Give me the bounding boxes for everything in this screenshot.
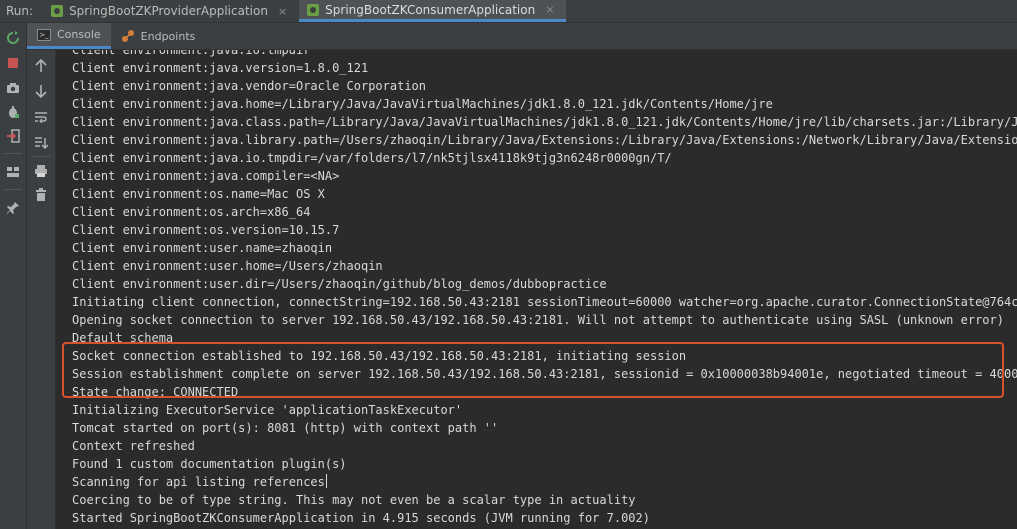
- console-line: State change: CONNECTED: [72, 385, 239, 399]
- tab-console[interactable]: >_ Console: [27, 23, 111, 49]
- console-line: Tomcat started on port(s): 8081 (http) w…: [72, 421, 499, 435]
- run-side-toolbar: [0, 23, 27, 529]
- console-tab-bar: >_ Console Endpoints: [27, 23, 1017, 50]
- console-line: Client environment:java.io.tmpdir=/var/f…: [72, 151, 672, 165]
- run-tab-label: SpringBootZKConsumerApplication: [325, 2, 536, 17]
- camera-icon[interactable]: [4, 79, 22, 97]
- print-icon[interactable]: [32, 162, 50, 180]
- console-line: Opening socket connection to server 192.…: [72, 313, 1004, 327]
- close-icon[interactable]: ×: [545, 3, 554, 16]
- console-line: Found 1 custom documentation plugin(s): [72, 457, 347, 471]
- console-lines: Client environment:java.io.tmpdir Client …: [72, 50, 1017, 527]
- console-line: Client environment:java.home=/Library/Ja…: [72, 97, 773, 111]
- console-line: Initializing ExecutorService 'applicatio…: [72, 403, 463, 417]
- console-line: Client environment:java.version=1.8.0_12…: [72, 61, 369, 75]
- console-line: Client environment:user.home=/Users/zhao…: [72, 259, 383, 273]
- console-line: Socket connection established to 192.168…: [72, 349, 687, 363]
- console-line: Started SpringBootZKConsumerApplication …: [72, 511, 650, 525]
- console-line: Client environment:java.io.tmpdir: [72, 50, 311, 57]
- separator: [4, 153, 22, 154]
- console-toolbar: [27, 50, 56, 529]
- separator: [4, 189, 22, 190]
- console-line: Coercing to be of type string. This may …: [72, 493, 636, 507]
- arrow-down-icon[interactable]: [32, 82, 50, 100]
- endpoints-icon: [121, 30, 134, 42]
- rerun-icon[interactable]: [4, 29, 22, 47]
- console-line: Client environment:java.class.path=/Libr…: [72, 115, 1017, 129]
- console-line: Client environment:os.arch=x86_64: [72, 205, 311, 219]
- tab-endpoints[interactable]: Endpoints: [111, 23, 206, 49]
- debug-bug-icon[interactable]: [4, 103, 22, 121]
- console-line: Client environment:user.dir=/Users/zhaoq…: [72, 277, 607, 291]
- separator: [32, 156, 50, 157]
- console-line: Default schema: [72, 331, 174, 345]
- trash-icon[interactable]: [32, 186, 50, 204]
- console-line: Scanning for api listing references: [72, 474, 327, 489]
- arrow-up-icon[interactable]: [32, 57, 50, 75]
- spring-boot-icon: [51, 5, 64, 17]
- run-tab-provider[interactable]: SpringBootZKProviderApplication ×: [43, 0, 299, 22]
- console-line: Client environment:java.vendor=Oracle Co…: [72, 79, 427, 93]
- tab-label: Console: [57, 28, 101, 41]
- run-tab-consumer[interactable]: SpringBootZKConsumerApplication ×: [299, 0, 567, 22]
- console-line: Initiating client connection, connectStr…: [72, 295, 1017, 309]
- console-line: Client environment:os.version=10.15.7: [72, 223, 340, 237]
- console-icon: >_: [37, 28, 51, 41]
- stop-icon[interactable]: [4, 54, 22, 72]
- console-line: Session establishment complete on server…: [72, 367, 1017, 381]
- run-label: Run:: [6, 4, 34, 18]
- text-caret: [325, 474, 327, 488]
- console-line: Client environment:java.library.path=/Us…: [72, 133, 1017, 147]
- exit-icon[interactable]: [4, 127, 22, 145]
- console-output[interactable]: Client environment:java.io.tmpdir Client …: [56, 50, 1017, 529]
- tab-label: Endpoints: [140, 29, 196, 43]
- scroll-to-end-icon[interactable]: [32, 134, 50, 152]
- console-line: Client environment:java.compiler=<NA>: [72, 169, 340, 183]
- run-toolbar: Run: SpringBootZKProviderApplication × S…: [0, 0, 1017, 23]
- console-line: Client environment:user.name=zhaoqin: [72, 241, 333, 255]
- soft-wrap-icon[interactable]: [32, 108, 50, 126]
- close-icon[interactable]: ×: [278, 5, 287, 18]
- spring-boot-icon: [307, 3, 320, 16]
- console-line: Client environment:os.name=Mac OS X: [72, 187, 325, 201]
- layout-icon[interactable]: [4, 163, 22, 181]
- pin-icon[interactable]: [4, 199, 22, 217]
- console-line: Context refreshed: [72, 439, 195, 453]
- run-tab-label: SpringBootZKProviderApplication: [69, 4, 268, 18]
